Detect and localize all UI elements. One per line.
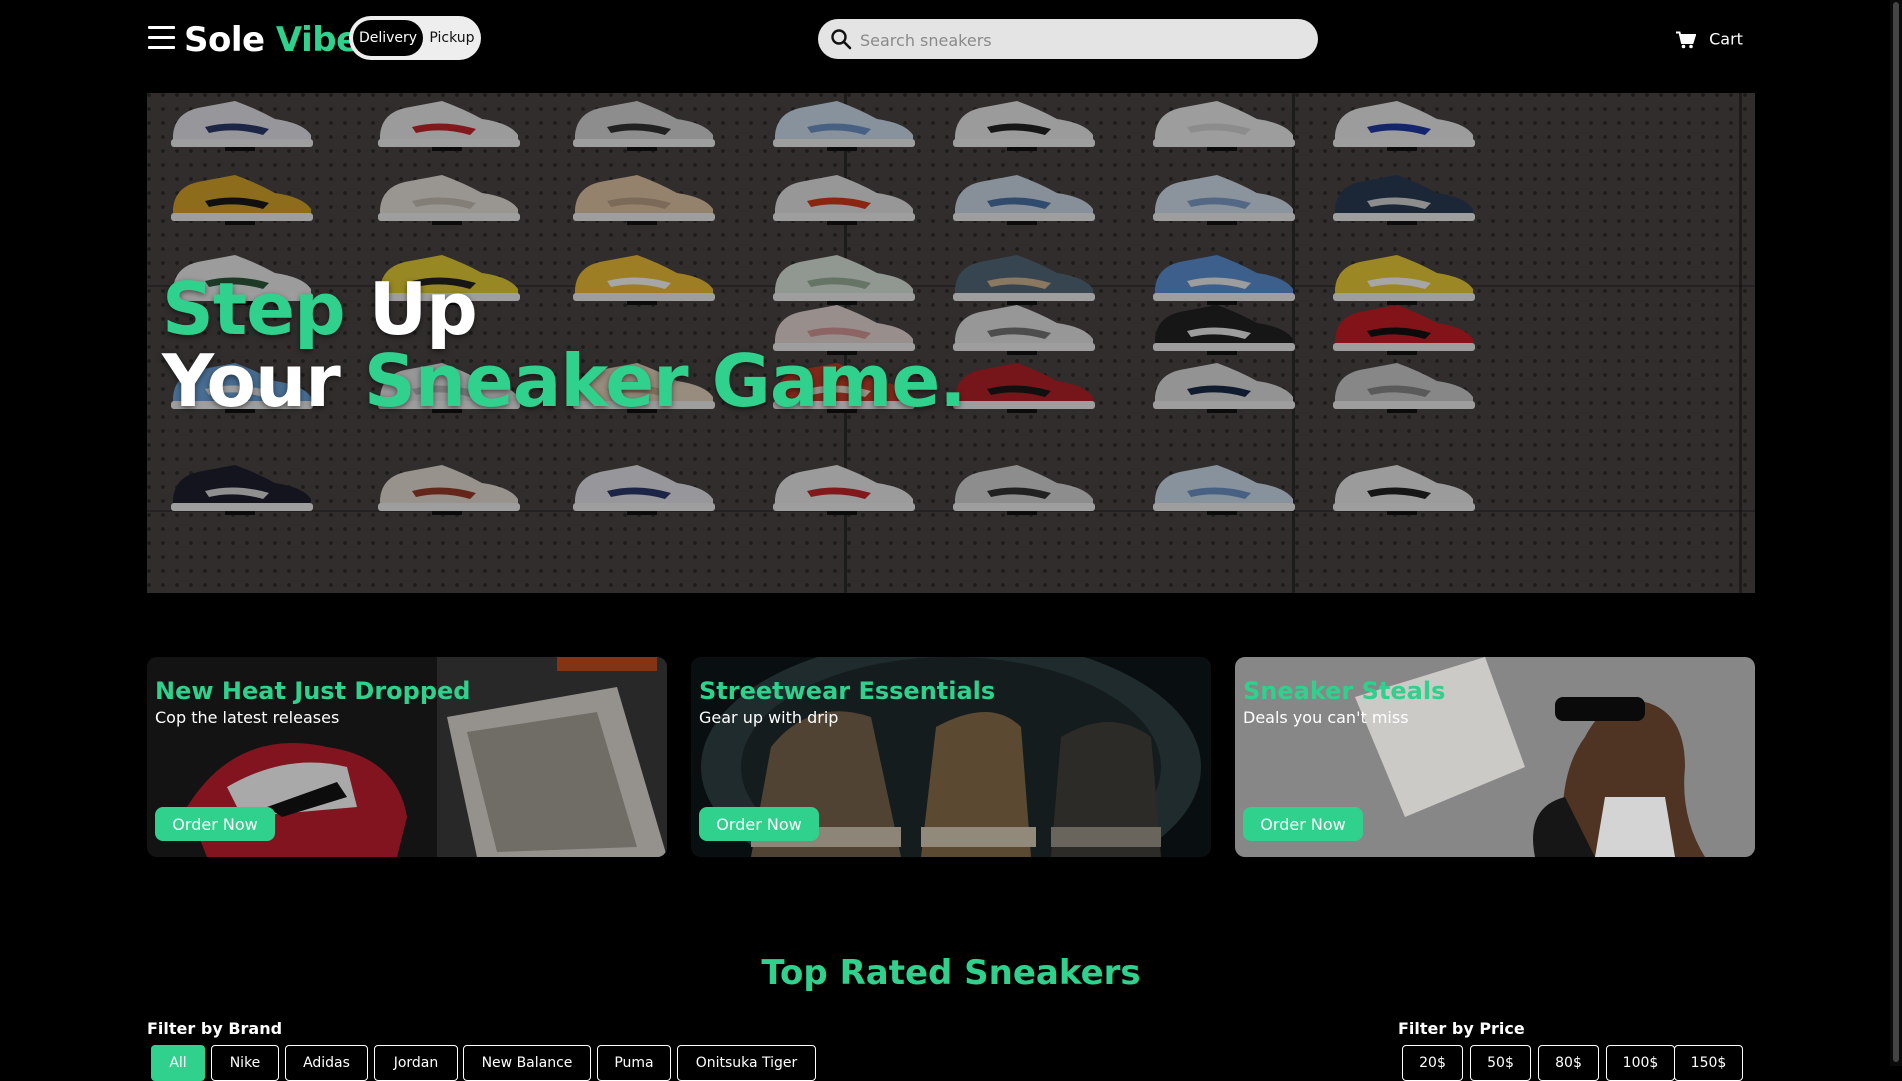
promo-card-sneaker-steals[interactable]: Sneaker Steals Deals you can't miss Orde… (1235, 657, 1755, 857)
price-filter-label: Filter by Price (1398, 1019, 1525, 1038)
search-input[interactable] (858, 19, 1302, 61)
brand-chip-nike[interactable]: Nike (211, 1045, 279, 1081)
search-icon (831, 29, 852, 50)
promo-title: New Heat Just Dropped (155, 677, 471, 705)
hero-words-sneaker-game: Sneaker Game. (363, 339, 967, 423)
search-bar (818, 19, 1318, 61)
brand-logo[interactable]: Sole Vibe (184, 18, 359, 62)
promo-title: Streetwear Essentials (699, 677, 996, 705)
hamburger-menu-icon[interactable] (148, 26, 176, 50)
brand-chip-adidas[interactable]: Adidas (285, 1045, 368, 1081)
page-scrollbar[interactable] (1890, 0, 1902, 1066)
order-now-button[interactable]: Order Now (1243, 807, 1363, 841)
brand-filter-label: Filter by Brand (147, 1019, 283, 1038)
pickup-option[interactable]: Pickup (427, 20, 477, 56)
price-chip[interactable]: 150$ (1674, 1045, 1743, 1081)
cart-button[interactable]: Cart (1676, 26, 1743, 52)
top-header: Sole Vibe Delivery Pickup Cart (0, 0, 1902, 80)
promo-card-streetwear[interactable]: Streetwear Essentials Gear up with drip … (691, 657, 1211, 857)
logo-word-vibe: Vibe (275, 20, 359, 60)
brand-chip-onitsuka-tiger[interactable]: Onitsuka Tiger (677, 1045, 816, 1081)
price-chip[interactable]: 50$ (1470, 1045, 1531, 1081)
promo-subtitle: Cop the latest releases (155, 708, 340, 727)
brand-chip-jordan[interactable]: Jordan (374, 1045, 458, 1081)
hero-headline: Step Up Your Sneaker Game. (162, 273, 967, 417)
brand-chip-all[interactable]: All (151, 1045, 205, 1081)
brand-chip-new-balance[interactable]: New Balance (463, 1045, 591, 1081)
section-title: Top Rated Sneakers (761, 953, 1141, 993)
promo-subtitle: Deals you can't miss (1243, 708, 1409, 727)
order-now-button[interactable]: Order Now (699, 807, 819, 841)
logo-word-sole: Sole (184, 20, 265, 60)
brand-chip-puma[interactable]: Puma (597, 1045, 671, 1081)
promo-subtitle: Gear up with drip (699, 708, 839, 727)
promo-title: Sneaker Steals (1243, 677, 1446, 705)
promo-card-new-heat[interactable]: New Heat Just Dropped Cop the latest rel… (147, 657, 667, 857)
price-chip[interactable]: 100$ (1606, 1045, 1675, 1081)
cart-icon (1676, 31, 1697, 48)
order-now-button[interactable]: Order Now (155, 807, 275, 841)
delivery-pickup-toggle: Delivery Pickup (349, 16, 481, 60)
price-chip[interactable]: 80$ (1538, 1045, 1599, 1081)
delivery-option[interactable]: Delivery (353, 20, 423, 56)
hero-banner: Step Up Your Sneaker Game. (147, 93, 1755, 593)
cart-label: Cart (1709, 29, 1743, 49)
hero-word-your: Your (162, 339, 341, 423)
price-chip[interactable]: 20$ (1402, 1045, 1463, 1081)
